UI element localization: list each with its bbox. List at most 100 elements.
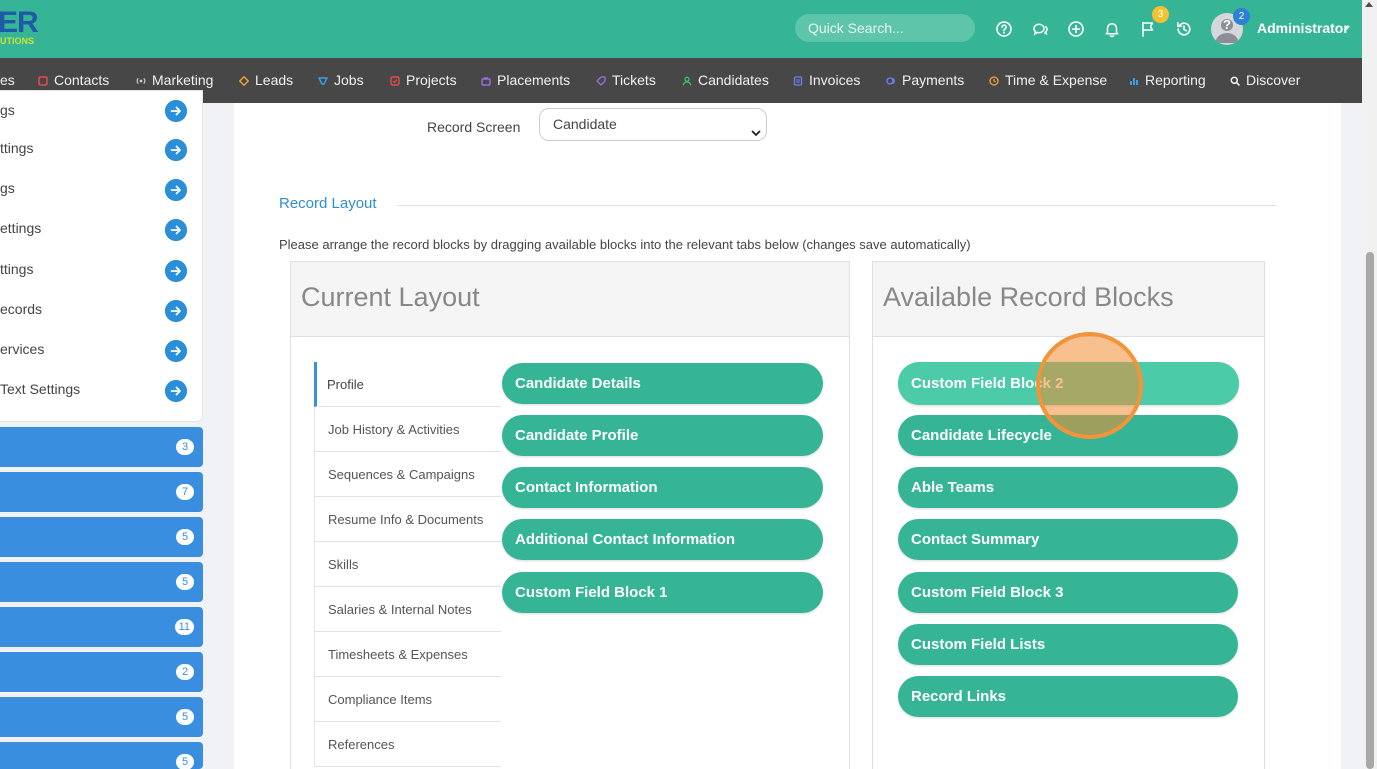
sidebar-item[interactable]: gs bbox=[0, 90, 200, 130]
nav-item-candidates[interactable]: Candidates bbox=[682, 58, 769, 103]
nav-item-label: es bbox=[0, 72, 15, 88]
tab-salaries[interactable]: Salaries & Internal Notes bbox=[314, 587, 501, 632]
nav-item-payments[interactable]: Payments bbox=[886, 58, 964, 103]
record-screen-label: Record Screen bbox=[427, 119, 521, 135]
sidebar-item-label: gs bbox=[0, 180, 15, 196]
chat-icon[interactable] bbox=[1031, 20, 1049, 38]
nav-item-time-expense[interactable]: Time & Expense bbox=[989, 58, 1107, 103]
record-block[interactable]: Custom Field Block 3 bbox=[898, 572, 1238, 613]
nav-item-label: Invoices bbox=[809, 72, 861, 88]
arrow-right-icon[interactable] bbox=[165, 179, 187, 201]
tab-skills[interactable]: Skills bbox=[314, 542, 501, 587]
record-block[interactable]: Able Teams bbox=[898, 467, 1238, 508]
nav-item-label: Candidates bbox=[698, 72, 769, 88]
sidebar-item[interactable]: ervices bbox=[0, 330, 200, 370]
arrow-right-icon[interactable] bbox=[165, 219, 187, 241]
arrow-right-icon[interactable] bbox=[165, 139, 187, 161]
bar-chart-icon bbox=[1129, 59, 1139, 85]
sidebar-counter-item[interactable]: 11 bbox=[0, 607, 203, 647]
available-blocks-title: Available Record Blocks bbox=[883, 282, 1174, 312]
tab-label: Salaries & Internal Notes bbox=[328, 602, 472, 617]
arrow-right-icon[interactable] bbox=[165, 260, 187, 282]
record-block[interactable]: Candidate Details bbox=[502, 363, 823, 404]
record-layout-heading: Record Layout bbox=[279, 195, 377, 212]
tab-label: Resume Info & Documents bbox=[328, 512, 484, 527]
tab-references[interactable]: References bbox=[314, 722, 501, 767]
sidebar-counter-item[interactable]: 7 bbox=[0, 472, 203, 512]
nav-item-label: Reporting bbox=[1145, 72, 1206, 88]
invoice-icon bbox=[793, 59, 803, 86]
sidebar-item[interactable]: gs bbox=[0, 169, 200, 209]
record-block[interactable]: Custom Field Block 1 bbox=[502, 572, 823, 613]
sidebar-item[interactable]: ecords bbox=[0, 290, 200, 330]
arrow-right-icon[interactable] bbox=[165, 100, 187, 122]
broadcast-icon bbox=[136, 59, 146, 85]
nav-item-projects[interactable]: Projects bbox=[390, 58, 457, 103]
search-icon bbox=[1230, 59, 1240, 86]
user-name[interactable]: Administrator bbox=[1257, 20, 1349, 36]
sidebar-counter-item[interactable]: 3 bbox=[0, 427, 203, 467]
record-screen-value: Candidate bbox=[553, 116, 617, 132]
svg-text:?: ? bbox=[1223, 17, 1231, 32]
sidebar-counter-item[interactable]: 2 bbox=[0, 652, 203, 692]
bell-icon[interactable] bbox=[1103, 20, 1121, 38]
tab-profile[interactable]: Profile bbox=[314, 362, 501, 407]
nav-item-reporting[interactable]: Reporting bbox=[1129, 58, 1206, 103]
record-block[interactable]: Contact Summary bbox=[898, 519, 1238, 560]
scrollbar-thumb[interactable] bbox=[1366, 252, 1374, 769]
record-block[interactable]: Record Links bbox=[898, 676, 1238, 717]
quick-search-input[interactable]: Quick Search... bbox=[795, 14, 975, 42]
record-block[interactable]: Candidate Profile bbox=[502, 415, 823, 456]
nav-item-label: Contacts bbox=[54, 72, 110, 88]
tab-label: Sequences & Campaigns bbox=[328, 467, 475, 482]
history-icon[interactable] bbox=[1175, 20, 1193, 38]
tab-job-history[interactable]: Job History & Activities bbox=[314, 407, 501, 452]
chevron-down-icon[interactable] bbox=[1344, 26, 1350, 30]
record-block[interactable]: Contact Information bbox=[502, 467, 823, 508]
nav-item-tickets[interactable]: Tickets bbox=[596, 58, 656, 103]
sidebar-item[interactable]: Text Settings bbox=[0, 370, 200, 410]
tab-label: Timesheets & Expenses bbox=[328, 647, 468, 662]
sidebar-item[interactable]: ettings bbox=[0, 209, 200, 249]
briefcase-icon bbox=[481, 59, 491, 86]
flag-icon[interactable] bbox=[1139, 20, 1157, 38]
sidebar-counter-item[interactable]: 5 bbox=[0, 742, 203, 769]
help-icon[interactable] bbox=[995, 20, 1013, 38]
arrow-right-icon[interactable] bbox=[165, 340, 187, 362]
add-icon[interactable] bbox=[1067, 20, 1085, 38]
sidebar-counter-item[interactable]: 5 bbox=[0, 562, 203, 602]
nav-item-invoices[interactable]: Invoices bbox=[793, 58, 860, 103]
sidebar-counter-item[interactable]: 5 bbox=[0, 517, 203, 557]
sidebar-item[interactable]: ttings bbox=[0, 129, 200, 169]
tab-sequences[interactable]: Sequences & Campaigns bbox=[314, 452, 501, 497]
sidebar-counter-item[interactable]: 5 bbox=[0, 697, 203, 737]
record-screen-select[interactable]: Candidate bbox=[539, 108, 767, 141]
chevron-down-icon bbox=[750, 119, 762, 136]
nav-item-placements[interactable]: Placements bbox=[481, 58, 570, 103]
top-bar: ER UTIONS Quick Search... 3 ? 2 Administ… bbox=[0, 0, 1377, 58]
tab-resume[interactable]: Resume Info & Documents bbox=[314, 497, 501, 542]
nav-item-discover[interactable]: Discover bbox=[1230, 58, 1300, 103]
record-block[interactable]: Additional Contact Information bbox=[502, 519, 823, 560]
panel-header: Available Record Blocks bbox=[873, 262, 1264, 337]
nav-item-label: Tickets bbox=[612, 72, 656, 88]
sidebar-item-label: ecords bbox=[0, 301, 43, 317]
scroll-up-arrow-icon[interactable] bbox=[1365, 2, 1373, 7]
tab-timesheets[interactable]: Timesheets & Expenses bbox=[314, 632, 501, 677]
count-badge: 5 bbox=[176, 754, 194, 769]
sidebar-item[interactable]: ttings bbox=[0, 250, 200, 290]
nav-item-leads[interactable]: Leads bbox=[238, 58, 293, 103]
nav-item-jobs[interactable]: Jobs bbox=[318, 58, 364, 103]
avatar-count-badge: 2 bbox=[1233, 8, 1250, 25]
tab-compliance[interactable]: Compliance Items bbox=[314, 677, 501, 722]
arrow-right-icon[interactable] bbox=[165, 380, 187, 402]
logo[interactable]: ER UTIONS bbox=[0, 8, 40, 48]
tag-icon bbox=[596, 59, 606, 86]
record-block[interactable]: Custom Field Lists bbox=[898, 624, 1238, 665]
sidebar-item-label: ttings bbox=[0, 261, 34, 277]
count-badge: 5 bbox=[176, 574, 194, 590]
jobs-icon bbox=[318, 59, 328, 85]
leads-icon bbox=[238, 59, 250, 87]
arrow-right-icon[interactable] bbox=[165, 300, 187, 322]
flag-count-badge: 3 bbox=[1152, 6, 1169, 23]
